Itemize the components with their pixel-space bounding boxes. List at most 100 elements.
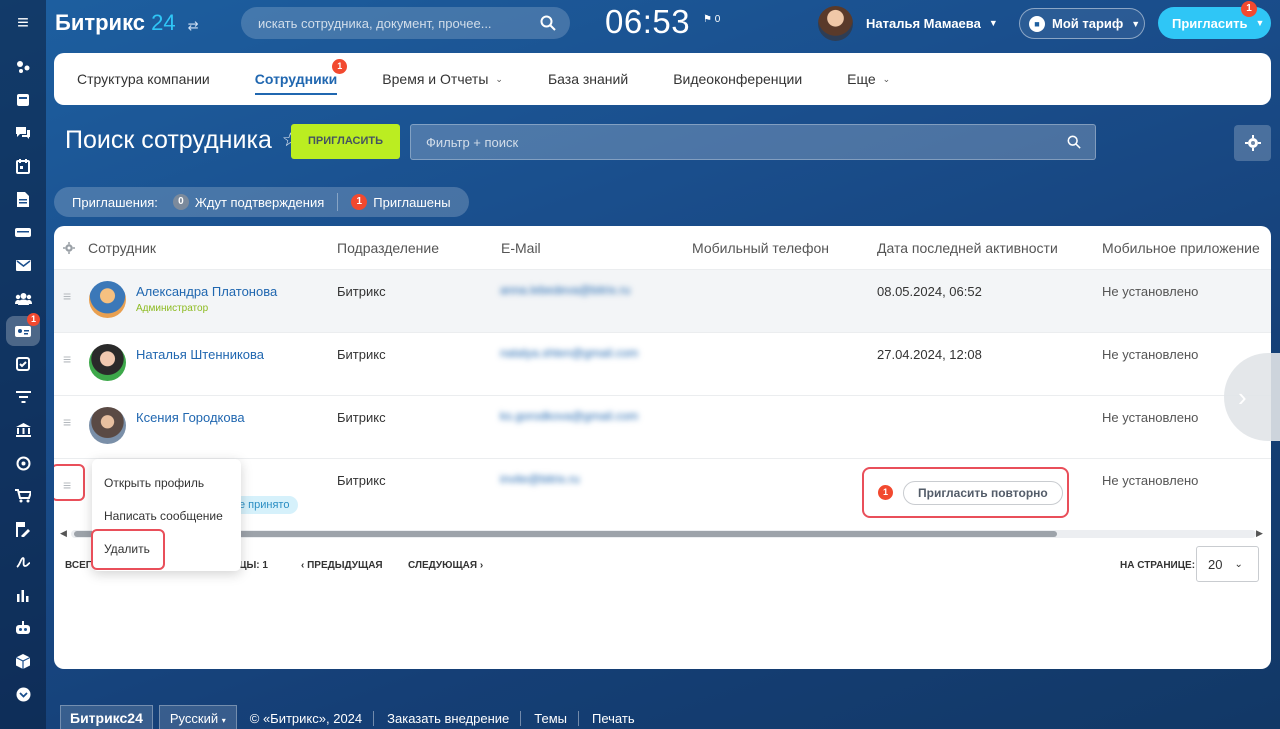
- invite-button[interactable]: ПРИГЛАСИТЬ: [291, 124, 400, 159]
- search-placeholder: искать сотрудника, документ, прочее...: [258, 15, 492, 31]
- bank-icon[interactable]: [11, 418, 35, 442]
- email[interactable]: anna.lebedeva@bitrix.ru: [500, 283, 630, 297]
- employee-name[interactable]: Наталья Штенникова: [136, 347, 264, 362]
- flag-counter[interactable]: ⚑ 0: [703, 14, 720, 25]
- column-header-mobile-app[interactable]: Мобильное приложение: [1102, 240, 1260, 256]
- email[interactable]: ks.gorodkova@gmail.com: [500, 409, 638, 423]
- table-row[interactable]: ≡ Ксения Городкова Битрикс ks.gorodkova@…: [54, 395, 1271, 458]
- last-activity: 08.05.2024, 06:52: [877, 284, 982, 299]
- row-menu-icon[interactable]: ≡: [63, 352, 76, 366]
- invite-top-button[interactable]: Пригласить ▼ 1: [1158, 1, 1271, 39]
- mobile-app-status: Не установлено: [1102, 284, 1199, 299]
- groups-icon[interactable]: [11, 286, 35, 310]
- reinvite-button[interactable]: Пригласить повторно: [903, 480, 1063, 505]
- employee-name[interactable]: Ксения Городкова: [136, 410, 245, 425]
- reinvite-badge: 1: [878, 485, 893, 500]
- invitations-label: Приглашения:: [72, 194, 158, 210]
- avatar[interactable]: [89, 407, 126, 444]
- signature-icon[interactable]: [11, 550, 35, 574]
- cart-icon[interactable]: [11, 484, 35, 508]
- pending-count: 0: [172, 194, 189, 210]
- column-settings-icon[interactable]: [63, 241, 75, 257]
- menu-item-delete[interactable]: Удалить: [104, 542, 150, 556]
- mail-icon[interactable]: [11, 253, 35, 277]
- invitations-bar: Приглашения: 0 Ждут подтверждения 1 Приг…: [54, 187, 469, 217]
- department: Битрикс: [337, 347, 386, 362]
- search-icon[interactable]: [1067, 135, 1081, 149]
- user-avatar[interactable]: [818, 5, 853, 41]
- row-menu-icon[interactable]: ≡: [63, 415, 76, 429]
- themes-link[interactable]: Темы: [534, 711, 567, 726]
- column-header-last-activity[interactable]: Дата последней активности: [877, 240, 1058, 256]
- calendar-icon[interactable]: [11, 154, 35, 178]
- tab-time-reports[interactable]: Время и Отчеты ⌄: [382, 53, 503, 105]
- order-implementation-link[interactable]: Заказать внедрение: [387, 711, 509, 726]
- documents-icon[interactable]: [11, 187, 35, 211]
- per-page-select[interactable]: 20 ⌄: [1196, 546, 1259, 582]
- tab-videoconferences[interactable]: Видеоконференции: [673, 53, 802, 105]
- top-tabs: Структура компании Сотрудники 1 Время и …: [54, 53, 1271, 105]
- invited-filter[interactable]: Приглашены: [373, 195, 450, 210]
- filter-placeholder: Фильтр + поиск: [426, 134, 519, 150]
- flag-icon: ⚑: [703, 14, 712, 25]
- target-icon[interactable]: [11, 451, 35, 475]
- filter-search-input[interactable]: Фильтр + поиск: [410, 124, 1096, 160]
- prev-page-link[interactable]: ‹ ПРЕДЫДУЩАЯ: [301, 560, 383, 571]
- divider: [373, 710, 375, 726]
- tab-label: База знаний: [547, 71, 629, 87]
- swap-icon[interactable]: ⇄: [188, 18, 199, 33]
- robot-icon[interactable]: [11, 616, 35, 640]
- next-page-link[interactable]: СЛЕДУЮЩАЯ ›: [408, 560, 483, 571]
- analytics-icon[interactable]: [11, 583, 35, 607]
- my-tariff-button[interactable]: ■ Мой тариф ▼: [1019, 8, 1145, 39]
- employee-name[interactable]: Александра Платонова: [136, 284, 277, 299]
- scroll-left-icon[interactable]: ◀: [60, 528, 67, 539]
- chevron-down-icon: ⌄: [1234, 558, 1243, 570]
- checklist-icon[interactable]: [11, 352, 35, 376]
- menu-item-open-profile[interactable]: Открыть профиль: [104, 476, 204, 490]
- tasks-icon[interactable]: [11, 88, 35, 112]
- pending-filter[interactable]: Ждут подтверждения: [195, 195, 324, 210]
- column-header-department[interactable]: Подразделение: [337, 240, 439, 256]
- language-select[interactable]: Русский ▾: [158, 704, 237, 729]
- sign-icon[interactable]: [11, 517, 35, 541]
- footer-brand[interactable]: Битрикс24: [60, 704, 153, 729]
- more-icon[interactable]: [11, 682, 35, 706]
- global-search-input[interactable]: искать сотрудника, документ, прочее...: [241, 7, 570, 39]
- email[interactable]: invite@bitrix.ru: [500, 472, 580, 486]
- avatar[interactable]: [89, 344, 126, 381]
- tab-more[interactable]: Еще ⌄: [847, 53, 890, 105]
- chat-icon[interactable]: [11, 121, 35, 145]
- table-row[interactable]: ≡ Наталья Штенникова Битрикс natalya.sht…: [54, 332, 1271, 395]
- menu-item-write-message[interactable]: Написать сообщение: [104, 509, 223, 523]
- user-menu[interactable]: Наталья Мамаева ▼: [818, 5, 998, 41]
- column-header-employee[interactable]: Сотрудник: [88, 240, 156, 256]
- filter-icon[interactable]: [11, 385, 35, 409]
- column-header-phone[interactable]: Мобильный телефон: [692, 240, 829, 256]
- search-icon[interactable]: [540, 15, 556, 31]
- column-header-email[interactable]: E-Mail: [501, 240, 541, 256]
- user-name: Наталья Мамаева: [866, 15, 981, 31]
- employees-icon[interactable]: 1: [6, 313, 40, 346]
- employees-grid: Сотрудник Подразделение E-Mail Мобильный…: [54, 226, 1271, 669]
- drive-icon[interactable]: [11, 220, 35, 244]
- table-row[interactable]: ≡ Александра Платонова Администратор Бит…: [54, 269, 1271, 332]
- feed-icon[interactable]: [11, 55, 35, 79]
- language-value: Русский: [169, 710, 219, 726]
- tab-company-structure[interactable]: Структура компании: [77, 53, 210, 105]
- bitrix-logo[interactable]: Битрикс 24 ⇄: [55, 10, 199, 36]
- box-icon[interactable]: [11, 649, 35, 673]
- scroll-right-icon[interactable]: ▶: [1256, 528, 1263, 539]
- tab-knowledge-base[interactable]: База знаний: [548, 53, 628, 105]
- row-menu-icon[interactable]: ≡: [63, 478, 76, 492]
- hamburger-menu-icon[interactable]: ≡: [13, 13, 33, 33]
- email[interactable]: natalya.shten@gmail.com: [500, 346, 638, 360]
- clock[interactable]: 06:53: [605, 3, 690, 43]
- row-menu-icon[interactable]: ≡: [63, 289, 76, 303]
- settings-button[interactable]: [1234, 125, 1271, 161]
- gear-icon: [1244, 135, 1261, 151]
- print-link[interactable]: Печать: [592, 711, 635, 726]
- avatar[interactable]: [89, 281, 126, 318]
- tab-employees[interactable]: Сотрудники 1: [254, 53, 348, 105]
- divider: [520, 710, 522, 726]
